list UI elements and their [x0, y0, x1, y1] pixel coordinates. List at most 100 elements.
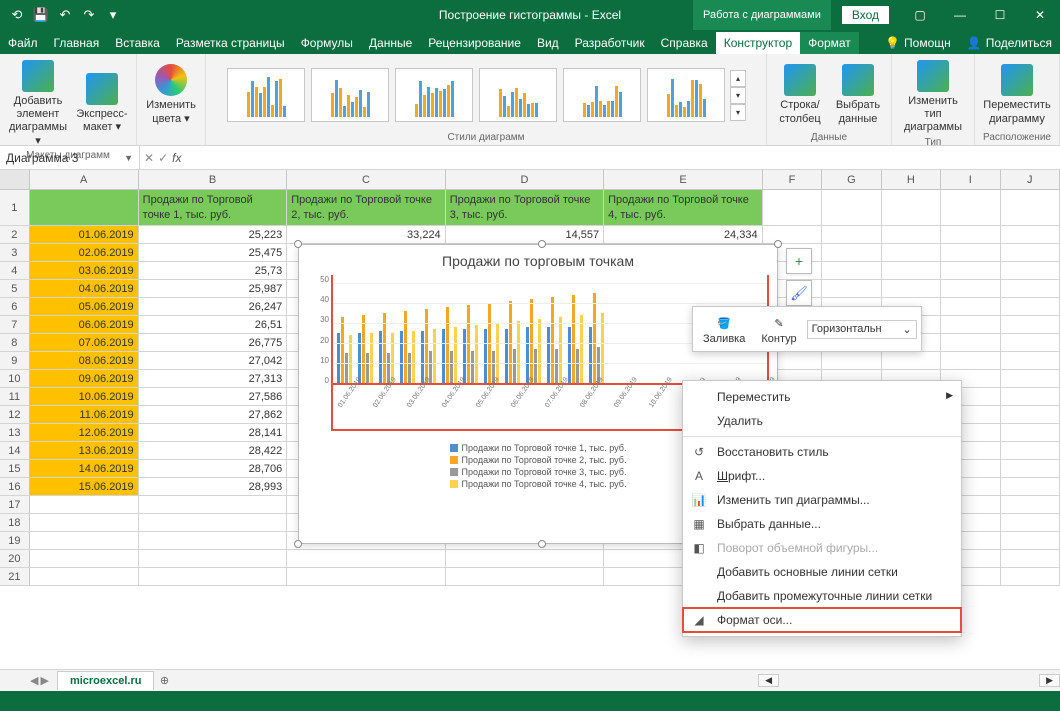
fill-button[interactable]: 🪣Заливка	[697, 311, 751, 347]
switch-row-col-button[interactable]: Строка/столбец	[773, 62, 827, 127]
cell[interactable]	[30, 190, 139, 225]
tab-data[interactable]: Данные	[361, 32, 420, 54]
save-icon[interactable]: 💾	[32, 6, 50, 24]
cell[interactable]: 25,475	[139, 244, 288, 261]
minimize-icon[interactable]: —	[940, 0, 980, 30]
row-header[interactable]: 13	[0, 424, 30, 441]
formula-input[interactable]	[185, 146, 1060, 169]
cell[interactable]: 05.06.2019	[30, 298, 139, 315]
tab-developer[interactable]: Разработчик	[567, 32, 653, 54]
col-header[interactable]: D	[446, 170, 605, 189]
context-menu-item[interactable]: Добавить основные линии сетки	[683, 560, 961, 584]
undo-icon[interactable]: ↶	[56, 6, 74, 24]
cell[interactable]: 25,223	[139, 226, 288, 243]
chart-style-thumb[interactable]	[647, 68, 725, 122]
cell[interactable]: 06.06.2019	[30, 316, 139, 333]
sheet-nav-next-icon[interactable]: ▶	[40, 674, 48, 687]
fx-icon[interactable]: fx	[172, 151, 181, 165]
context-menu-item[interactable]: Добавить промежуточные линии сетки	[683, 584, 961, 608]
outline-button[interactable]: ✎Контур	[755, 311, 802, 347]
col-header[interactable]: I	[941, 170, 1000, 189]
chevron-down-icon[interactable]: ▼	[124, 153, 133, 163]
row-header[interactable]: 20	[0, 550, 30, 567]
cell[interactable]: 33,224	[287, 226, 445, 243]
chart-style-thumb[interactable]	[479, 68, 557, 122]
context-menu-item[interactable]: ▦Выбрать данные...	[683, 512, 961, 536]
cell[interactable]: 28,706	[139, 460, 288, 477]
row-header[interactable]: 19	[0, 532, 30, 549]
resize-handle[interactable]	[774, 240, 782, 248]
chart-styles-button[interactable]: 🖌	[786, 280, 812, 306]
col-header[interactable]: A	[30, 170, 139, 189]
name-box[interactable]: Диаграмма 3▼	[0, 146, 140, 169]
cell[interactable]: 14.06.2019	[30, 460, 139, 477]
cell[interactable]: 27,313	[139, 370, 288, 387]
chart-style-thumb[interactable]	[563, 68, 641, 122]
cell[interactable]: 25,987	[139, 280, 288, 297]
scroll-right-icon[interactable]: ▶	[1039, 674, 1060, 687]
row-header[interactable]: 14	[0, 442, 30, 459]
spreadsheet-grid[interactable]: A B C D E F G H I J 1 Продажи по Торгово…	[0, 170, 1060, 660]
chart-elements-button[interactable]: +	[786, 248, 812, 274]
axis-selector[interactable]: Горизонтальн⌄	[807, 320, 917, 339]
tab-format[interactable]: Формат	[800, 32, 859, 54]
col-header[interactable]: G	[822, 170, 881, 189]
resize-handle[interactable]	[538, 240, 546, 248]
new-sheet-button[interactable]: ⊕	[154, 674, 174, 687]
scroll-left-icon[interactable]: ◀	[758, 674, 779, 687]
cell[interactable]: 08.06.2019	[30, 352, 139, 369]
cell[interactable]: 10.06.2019	[30, 388, 139, 405]
cell[interactable]: 12.06.2019	[30, 424, 139, 441]
row-header[interactable]: 21	[0, 568, 30, 585]
tab-design[interactable]: Конструктор	[716, 32, 800, 54]
cancel-formula-icon[interactable]: ✕	[144, 151, 154, 165]
tab-review[interactable]: Рецензирование	[420, 32, 529, 54]
maximize-icon[interactable]: ☐	[980, 0, 1020, 30]
row-header[interactable]: 5	[0, 280, 30, 297]
row-header[interactable]: 7	[0, 316, 30, 333]
col-header[interactable]: E	[604, 170, 763, 189]
select-all-corner[interactable]	[0, 170, 30, 189]
cell[interactable]: 13.06.2019	[30, 442, 139, 459]
tab-insert[interactable]: Вставка	[107, 32, 168, 54]
cell[interactable]: 26,775	[139, 334, 288, 351]
row-header[interactable]: 9	[0, 352, 30, 369]
col-header[interactable]: F	[763, 170, 822, 189]
sheet-tab[interactable]: microexcel.ru	[57, 671, 155, 690]
cell[interactable]: 26,51	[139, 316, 288, 333]
row-header[interactable]: 17	[0, 496, 30, 513]
cell[interactable]: 24,334	[604, 226, 762, 243]
context-menu-item[interactable]: 📊Изменить тип диаграммы...	[683, 488, 961, 512]
context-menu-item[interactable]: ↺Восстановить стиль	[683, 440, 961, 464]
resize-handle[interactable]	[294, 540, 302, 548]
move-chart-button[interactable]: Переместить диаграмму	[981, 62, 1053, 127]
cell[interactable]: 07.06.2019	[30, 334, 139, 351]
row-header[interactable]: 3	[0, 244, 30, 261]
gallery-nav-icon[interactable]: ▾	[730, 104, 746, 121]
gallery-nav-icon[interactable]: ▾	[730, 87, 746, 104]
row-header[interactable]: 2	[0, 226, 30, 243]
cell[interactable]: 02.06.2019	[30, 244, 139, 261]
col-header[interactable]: C	[287, 170, 446, 189]
tab-view[interactable]: Вид	[529, 32, 567, 54]
cell[interactable]: 28,993	[139, 478, 288, 495]
context-menu-item[interactable]: Удалить	[683, 409, 961, 433]
context-menu-item[interactable]: AШрифт...	[683, 464, 961, 488]
row-header[interactable]: 1	[0, 190, 30, 225]
resize-handle[interactable]	[538, 540, 546, 548]
cell[interactable]: 26,247	[139, 298, 288, 315]
row-header[interactable]: 12	[0, 406, 30, 423]
select-data-button[interactable]: Выбрать данные	[831, 62, 885, 127]
cell[interactable]: 27,042	[139, 352, 288, 369]
context-menu-item[interactable]: ◢Формат оси...	[683, 608, 961, 632]
cell[interactable]: 28,141	[139, 424, 288, 441]
signin-button[interactable]: Вход	[841, 5, 890, 25]
context-menu-item[interactable]: Переместить▶	[683, 385, 961, 409]
chart-title[interactable]: Продажи по торговым точкам	[307, 253, 769, 269]
qat-more-icon[interactable]: ▾	[104, 6, 122, 24]
add-chart-element-button[interactable]: Добавить элемент диаграммы ▾	[6, 58, 70, 150]
tab-home[interactable]: Главная	[46, 32, 108, 54]
cell[interactable]: 25,73	[139, 262, 288, 279]
col-header[interactable]: H	[882, 170, 941, 189]
cell[interactable]: 09.06.2019	[30, 370, 139, 387]
